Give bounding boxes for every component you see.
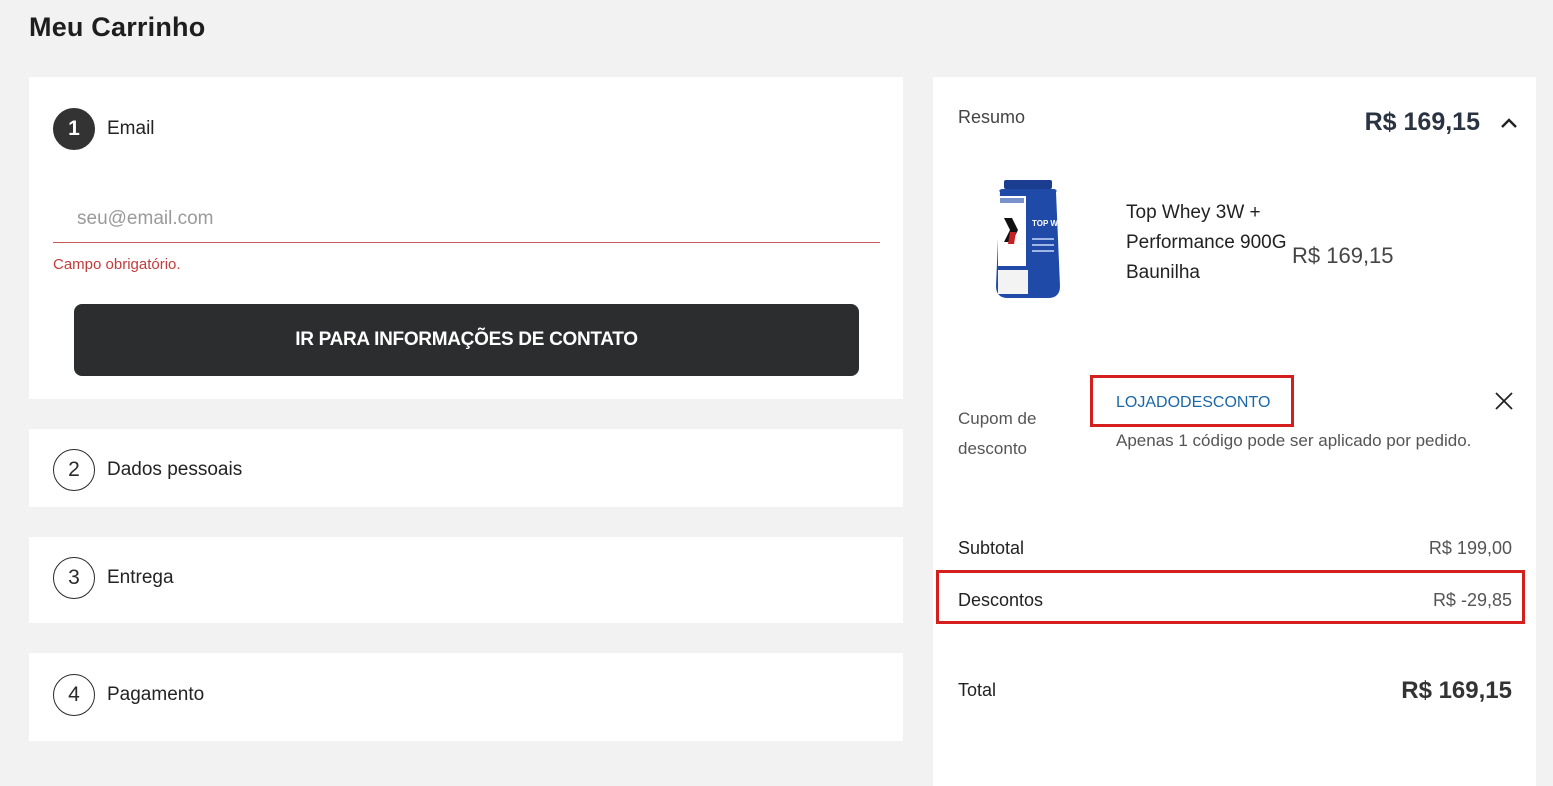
product-price: R$ 169,15 xyxy=(1292,243,1394,268)
email-input[interactable] xyxy=(53,196,880,243)
chevron-up-icon[interactable] xyxy=(1499,115,1519,131)
protein-jar-image: TOP WHEY 3W xyxy=(996,180,1076,298)
step-number-2: 2 xyxy=(53,449,95,491)
email-error-message: Campo obrigatório. xyxy=(53,256,181,273)
total-label: Total xyxy=(958,680,997,700)
close-icon[interactable] xyxy=(1494,391,1514,411)
step-number-4: 4 xyxy=(53,674,95,716)
step-label-payment: Pagamento xyxy=(107,684,205,705)
discounts-value: R$ -29,85 xyxy=(1432,590,1512,610)
coupon-label: Cupom de desconto xyxy=(958,409,1037,458)
step-label-email: Email xyxy=(107,118,155,139)
summary-label: Resumo xyxy=(958,107,1026,127)
subtotal-value: R$ 199,00 xyxy=(1428,538,1512,558)
step-label-delivery: Entrega xyxy=(107,567,174,588)
jar-label-text: TOP WHEY 3W xyxy=(1032,219,1076,228)
coupon-note: Apenas 1 código pode ser aplicado por pe… xyxy=(1116,431,1472,450)
page-title: Meu Carrinho xyxy=(29,12,206,42)
subtotal-label: Subtotal xyxy=(958,538,1025,558)
discounts-label: Descontos xyxy=(958,590,1044,610)
step-number-1: 1 xyxy=(53,108,95,150)
summary-total: R$ 169,15 xyxy=(1364,108,1480,136)
total-value: R$ 169,15 xyxy=(1401,677,1512,704)
coupon-code[interactable]: LOJADODESCONTO xyxy=(1116,394,1270,412)
step-label-personal-data: Dados pessoais xyxy=(107,459,243,480)
go-to-contact-info-button[interactable]: IR PARA INFORMAÇÕES DE CONTATO xyxy=(74,304,859,376)
product-name: Top Whey 3W + Performance 900G Baunilha xyxy=(1126,202,1287,283)
step-number-3: 3 xyxy=(53,557,95,599)
